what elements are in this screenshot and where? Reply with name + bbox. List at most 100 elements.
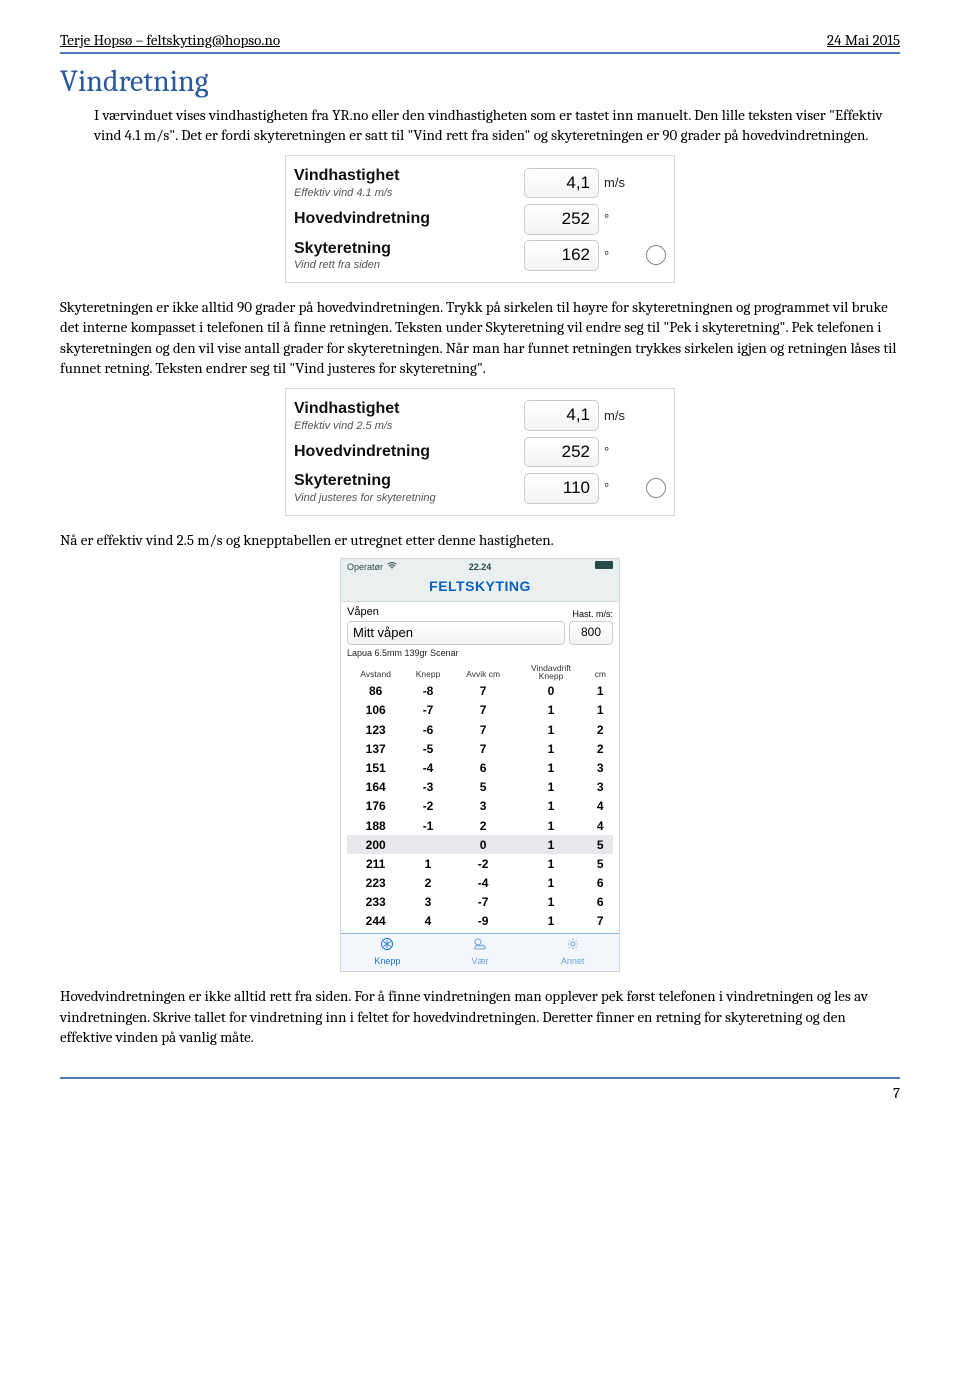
table-row: 86-8701 [347,682,613,701]
table-cell: 1 [515,797,588,816]
table-row: 151-4613 [347,758,613,777]
paragraph-1: I værvinduet vises vindhastigheten fra Y… [60,105,900,146]
tab-vær[interactable]: Vær [434,934,527,971]
speed-input[interactable]: 800 [569,621,613,645]
wind-value-input[interactable]: 110 [524,473,599,504]
table-cell: 1 [515,778,588,797]
table-cell: 211 [347,854,404,873]
table-cell: -1 [404,816,451,835]
table-cell: -3 [404,778,451,797]
table-cell: 1 [515,912,588,931]
wind-row: Hovedvindretning252 ° [294,204,666,235]
wind-unit: m/s [604,174,642,192]
table-row: 2444-917 [347,912,613,931]
wind-panel-1: VindhastighetEffektiv vind 4.1 m/s4,1 m/s… [285,155,675,283]
weather-icon [434,937,527,954]
table-cell: -4 [452,874,515,893]
tab-knepp[interactable]: Knepp [341,934,434,971]
tab-label: Knepp [374,956,400,966]
ammo-text: Lapua 6.5mm 139gr Scenar [347,647,613,659]
table-cell: 123 [347,720,404,739]
compass-circle-button[interactable] [646,478,666,498]
table-cell: -9 [452,912,515,931]
header-author: Terje Hopsø – feltskyting@hopso.no [60,30,280,50]
table-cell: 7 [452,701,515,720]
section-title: Vindretning [60,62,900,103]
table-cell: 233 [347,893,404,912]
paragraph-2: Skyteretningen er ikke alltid 90 grader … [60,297,900,378]
wind-row-title: Hovedvindretning [294,441,524,463]
page-number: 7 [60,1079,900,1103]
table-cell: 176 [347,797,404,816]
wind-value-input[interactable]: 162 [524,240,599,271]
table-row: 2111-215 [347,854,613,873]
table-row: 123-6712 [347,720,613,739]
table-cell: 1 [515,758,588,777]
table-cell: -6 [404,720,451,739]
table-cell: 0 [515,682,588,701]
gear-icon [526,937,619,954]
table-cell: 223 [347,874,404,893]
table-cell: 1 [515,854,588,873]
wind-row-title: Skyteretning [294,470,524,492]
wind-row-subtitle: Effektiv vind 4.1 m/s [294,186,524,201]
table-cell: 1 [588,682,613,701]
table-cell: 4 [588,816,613,835]
paragraph-4: Hovedvindretningen er ikke alltid rett f… [60,986,900,1047]
table-cell: 2 [404,874,451,893]
document-header: Terje Hopsø – feltskyting@hopso.no 24 Ma… [60,30,900,54]
tab-annet[interactable]: Annet [526,934,619,971]
tab-label: Annet [561,956,585,966]
table-header: cm [588,663,613,682]
table-header: VindavdriftKnepp [515,663,588,682]
wind-row-title: Vindhastighet [294,165,524,187]
wind-unit: ° [604,210,642,228]
phone-tab-bar: Knepp Vær Annet [341,933,619,971]
table-cell: 6 [452,758,515,777]
table-row: 2232-416 [347,874,613,893]
table-cell: 3 [588,778,613,797]
wind-value-input[interactable]: 252 [524,437,599,468]
table-cell: 7 [452,720,515,739]
table-cell: 1 [515,835,588,854]
wind-row: SkyteretningVind justeres for skyteretni… [294,470,666,505]
table-cell: 2 [588,720,613,739]
wind-row-subtitle: Vind rett fra siden [294,258,524,273]
table-cell: 5 [452,778,515,797]
table-cell: 7 [452,682,515,701]
wind-row-title: Skyteretning [294,238,524,260]
wind-row: Hovedvindretning252 ° [294,437,666,468]
table-cell: -5 [404,739,451,758]
compass-circle-button[interactable] [646,245,666,265]
wind-row-title: Hovedvindretning [294,208,524,230]
table-cell: -2 [452,854,515,873]
status-time: 22.24 [341,561,619,573]
table-cell: 1 [515,874,588,893]
wind-unit: ° [604,443,642,461]
table-cell: 5 [588,854,613,873]
table-row: 106-7711 [347,701,613,720]
table-header: Avvik cm [452,663,515,682]
table-cell: 2 [452,816,515,835]
table-row: 137-5712 [347,739,613,758]
weapon-input[interactable]: Mitt våpen [347,621,565,645]
table-cell: 4 [588,797,613,816]
table-cell: 3 [588,758,613,777]
header-date: 24 Mai 2015 [827,30,900,50]
table-cell: 6 [588,893,613,912]
table-cell: 7 [588,912,613,931]
wind-panel-2: VindhastighetEffektiv vind 2.5 m/s4,1m/s… [285,388,675,516]
wind-value-input[interactable]: 252 [524,204,599,235]
table-cell: 2 [588,739,613,758]
wind-value-input[interactable]: 4,1 [524,168,599,199]
table-cell: 4 [404,912,451,931]
table-cell: 6 [588,874,613,893]
knepp-table: AvstandKneppAvvik cmVindavdriftKneppcm 8… [347,663,613,931]
wind-value-input[interactable]: 4,1 [524,400,599,431]
table-cell: 3 [404,893,451,912]
table-cell: 1 [515,816,588,835]
wind-row-title: Vindhastighet [294,398,524,420]
table-cell: 1 [404,854,451,873]
table-cell: 1 [515,893,588,912]
table-row: 200015 [347,835,613,854]
